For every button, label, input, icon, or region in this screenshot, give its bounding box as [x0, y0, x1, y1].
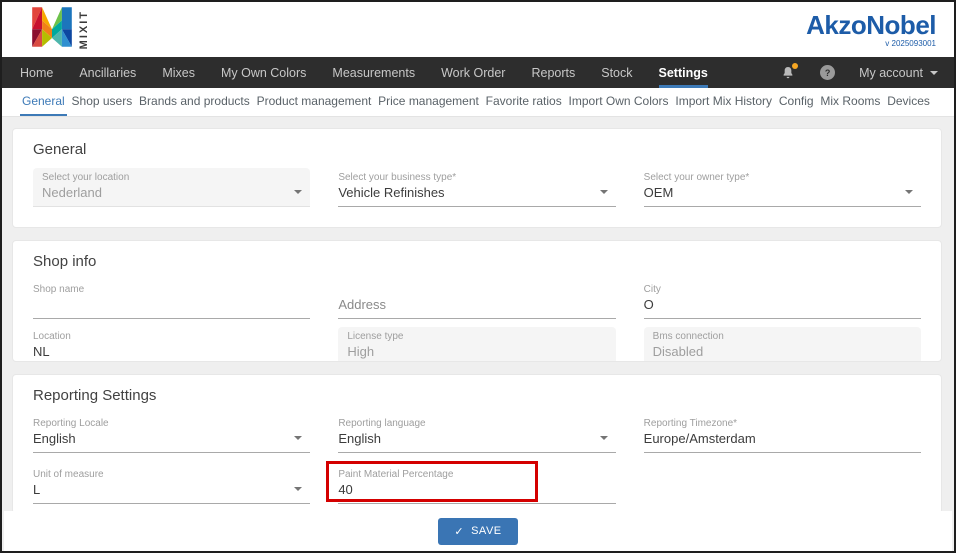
tab-devices[interactable]: Devices: [885, 88, 932, 116]
paint-material-percentage-value: 40: [338, 482, 353, 497]
tab-general[interactable]: General: [20, 88, 67, 116]
nav-item-ancillaries[interactable]: Ancillaries: [79, 57, 136, 88]
main-navbar: Home Ancillaries Mixes My Own Colors Mea…: [2, 57, 954, 88]
tab-mix-rooms[interactable]: Mix Rooms: [818, 88, 882, 116]
chevron-down-icon: [599, 436, 608, 440]
tab-brands-and-products[interactable]: Brands and products: [137, 88, 252, 116]
location-select-label: Select your location: [42, 172, 130, 183]
reporting-language-value: English: [338, 431, 381, 446]
save-button-label: SAVE: [471, 525, 502, 537]
reporting-locale-value: English: [33, 431, 76, 446]
reporting-language-select[interactable]: Reporting language English: [338, 414, 616, 453]
nav-item-reports[interactable]: Reports: [531, 57, 575, 88]
location-label: Location: [33, 331, 71, 342]
unit-of-measure-select[interactable]: Unit of measure L: [33, 465, 311, 504]
nav-item-settings[interactable]: Settings: [658, 57, 708, 88]
chevron-down-icon: [294, 436, 303, 440]
nav-right-tools: ? My account: [780, 57, 938, 88]
notification-dot: [792, 62, 799, 69]
nav-item-work-order[interactable]: Work Order: [441, 57, 505, 88]
license-type-input: License type High: [338, 327, 616, 361]
tab-import-own-colors[interactable]: Import Own Colors: [567, 88, 671, 116]
check-icon: ✓: [454, 525, 465, 538]
shop-info-section: Shop info Shop name Address City O Locat…: [12, 240, 942, 362]
akzonobel-brand: AkzoNobel v 2025093001: [806, 12, 936, 48]
nav-item-measurements[interactable]: Measurements: [332, 57, 415, 88]
business-type-label: Select your business type*: [338, 172, 457, 183]
reporting-settings-title: Reporting Settings: [33, 387, 157, 404]
location-select-value: Nederland: [42, 185, 102, 200]
tab-product-management[interactable]: Product management: [255, 88, 374, 116]
bms-connection-input: Bms connection Disabled: [643, 327, 921, 361]
chevron-down-icon: [294, 190, 303, 194]
reporting-language-label: Reporting language: [338, 418, 426, 429]
general-section-title: General: [33, 141, 87, 158]
bms-connection-label: Bms connection: [652, 331, 724, 342]
reporting-locale-label: Reporting Locale: [33, 418, 109, 429]
paint-material-percentage-input[interactable]: Paint Material Percentage 40: [338, 465, 616, 504]
chevron-down-icon: [930, 70, 938, 75]
address-placeholder: Address: [338, 297, 387, 312]
app-version: v 2025093001: [885, 38, 936, 48]
settings-page: MIXIT AkzoNobel v 2025093001 Home Ancill…: [0, 0, 956, 553]
reporting-timezone-label: Reporting Timezone*: [643, 418, 738, 429]
save-button[interactable]: ✓ SAVE: [438, 517, 518, 545]
location-value: NL: [33, 344, 50, 359]
chevron-down-icon: [599, 190, 608, 194]
reporting-settings-section: Reporting Settings Reporting Locale Engl…: [12, 374, 942, 514]
city-input[interactable]: City O: [643, 280, 921, 319]
nav-item-stock[interactable]: Stock: [601, 57, 632, 88]
mixit-logo-text: MIXIT: [78, 9, 90, 50]
tab-import-mix-history[interactable]: Import Mix History: [673, 88, 774, 116]
help-icon[interactable]: ?: [820, 65, 836, 80]
notifications-bell-icon[interactable]: [780, 62, 799, 81]
owner-type-value: OEM: [643, 185, 674, 200]
unit-of-measure-value: L: [33, 482, 41, 497]
reporting-timezone-value: Europe/Amsterdam: [643, 431, 756, 446]
shop-name-value: [33, 296, 296, 313]
nav-item-mixes[interactable]: Mixes: [162, 57, 195, 88]
brand-name: AkzoNobel: [806, 9, 936, 40]
nav-item-my-own-colors[interactable]: My Own Colors: [221, 57, 306, 88]
my-account-menu[interactable]: My account: [859, 66, 938, 80]
owner-type-label: Select your owner type*: [643, 172, 750, 183]
paint-material-percentage-label: Paint Material Percentage: [338, 469, 454, 480]
nav-items: Home Ancillaries Mixes My Own Colors Mea…: [20, 57, 708, 88]
tab-shop-users[interactable]: Shop users: [70, 88, 135, 116]
unit-of-measure-label: Unit of measure: [33, 469, 104, 480]
mixit-logo: MIXIT: [30, 7, 90, 53]
license-type-value: High: [347, 344, 375, 359]
business-type-select[interactable]: Select your business type* Vehicle Refin…: [338, 168, 616, 207]
shop-name-label: Shop name: [33, 284, 85, 295]
location-select: Select your location Nederland: [33, 168, 311, 207]
license-type-label: License type: [347, 331, 404, 342]
chevron-down-icon: [905, 190, 913, 194]
reporting-timezone-input[interactable]: Reporting Timezone* Europe/Amsterdam: [643, 414, 921, 453]
address-input[interactable]: Address: [338, 280, 616, 319]
bms-connection-value: Disabled: [652, 344, 704, 359]
settings-tabbar: General Shop users Brands and products P…: [2, 88, 954, 117]
shop-info-section-title: Shop info: [33, 253, 97, 270]
tab-config[interactable]: Config: [777, 88, 816, 116]
tab-price-management[interactable]: Price management: [376, 88, 481, 116]
tab-favorite-ratios[interactable]: Favorite ratios: [484, 88, 564, 116]
owner-type-select[interactable]: Select your owner type* OEM: [643, 168, 921, 207]
app-header: MIXIT AkzoNobel v 2025093001: [2, 2, 954, 57]
city-label: City: [643, 284, 661, 295]
city-value: O: [643, 297, 654, 312]
reporting-locale-select[interactable]: Reporting Locale English: [33, 414, 311, 453]
business-type-value: Vehicle Refinishes: [338, 185, 445, 200]
footer-bar: ✓ SAVE: [4, 511, 952, 551]
nav-item-home[interactable]: Home: [20, 57, 53, 88]
settings-content: General Select your location Nederland S…: [2, 117, 954, 514]
location-input[interactable]: Location NL: [33, 327, 310, 361]
general-section: General Select your location Nederland S…: [12, 128, 942, 228]
mixit-logo-icon: [30, 5, 74, 54]
chevron-down-icon: [294, 487, 303, 491]
shop-name-input[interactable]: Shop name: [33, 280, 311, 319]
my-account-label: My account: [859, 65, 923, 80]
